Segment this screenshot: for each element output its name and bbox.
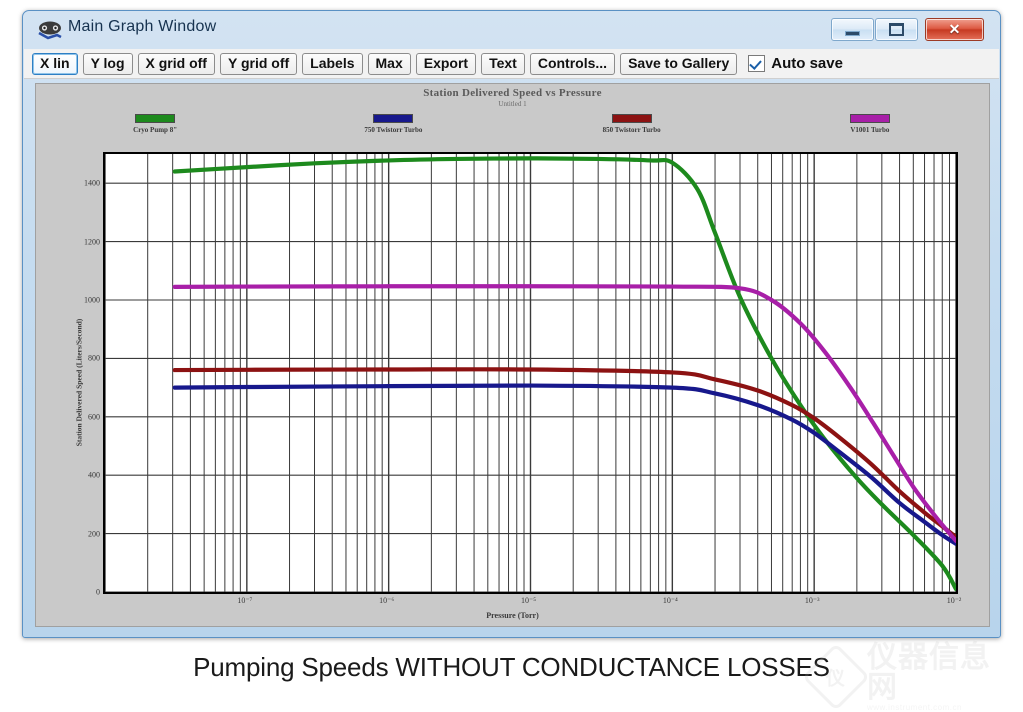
graph-window-icon [38,21,62,40]
watermark-url: www.instrument.com.cn [867,702,962,712]
autosave-checkbox-wrapper[interactable]: Auto save [748,55,843,72]
plot-area [103,152,958,594]
toolbar-button-text[interactable]: Text [481,52,525,75]
toolbar-button-x-lin[interactable]: X lin [32,52,78,75]
legend-item: 750 Twistorr Turbo [274,114,512,142]
x-tick-label: 10⁻⁶ [379,596,395,605]
y-tick-label: 800 [88,353,100,363]
minimize-icon [832,19,873,40]
y-tick-label: 200 [88,529,100,539]
legend-swatch [373,114,414,123]
chart-subtitle: Untitled 1 [498,100,527,108]
legend-item: V1001 Turbo [751,114,989,142]
x-tick-label: 10⁻³ [804,596,820,605]
maximize-icon [876,19,917,40]
watermark-cn: 仪器信息网 [867,640,991,704]
x-tick-label: 10⁻⁵ [520,596,537,605]
legend-item: 850 Twistorr Turbo [513,114,751,142]
toolbar-button-max[interactable]: Max [367,52,411,75]
legend-swatch [611,114,652,123]
minimize-button[interactable] [831,18,874,41]
x-tick-label: 10⁻⁴ [662,596,678,605]
watermark-text: 仪器信息网 www.instrument.com.cn [867,640,1017,712]
y-tick-label: 400 [88,470,100,480]
x-axis-title: Pressure (Torr) [486,611,539,620]
legend-label: V1001 Turbo [850,126,890,134]
y-axis-title: Station Delivered Speed (Liters/Second) [74,318,84,447]
toolbar-button-export[interactable]: Export [415,52,477,75]
main-graph-window: Main Graph Window ✕ X lin Y log X grid off… [22,10,1001,638]
plot-svg [105,154,956,592]
toolbar-button-x-grid-off[interactable]: X grid off [137,52,215,75]
window-title: Main Graph Window [68,18,217,35]
close-button[interactable]: ✕ [925,18,984,41]
watermark-badge-icon: 仪 [802,643,870,711]
y-tick-label: 1200 [84,237,100,247]
toolbar-button-save-to-gallery[interactable]: Save to Gallery [620,52,738,75]
graph-panel: Station Delivered Speed vs Pressure Unti… [35,83,990,627]
title-bar: Main Graph Window ✕ [23,11,1000,49]
toolbar-button-y-grid-off[interactable]: Y grid off [219,52,298,75]
toolbar-button-controls[interactable]: Controls... [529,52,616,75]
chart-legend: Cryo Pump 8" 750 Twistorr Turbo 850 Twisto… [36,114,989,142]
maximize-button[interactable] [875,18,918,41]
y-tick-label: 0 [96,587,100,597]
site-watermark: 仪 仪器信息网 www.instrument.com.cn [802,642,1017,712]
autosave-checkbox[interactable] [748,55,766,72]
y-tick-label: 1400 [84,178,100,188]
legend-swatch [849,114,890,123]
y-axis-tick-labels: Station Delivered Speed (Liters/Second) … [46,152,101,597]
y-tick-label: 600 [88,412,100,422]
close-icon: ✕ [948,21,961,37]
legend-swatch [135,114,176,123]
autosave-label: Auto save [771,55,843,72]
legend-label: Cryo Pump 8" [133,126,178,134]
x-tick-label: 10⁻⁷ [237,596,253,605]
x-tick-label: 10⁻² [946,596,962,605]
legend-item: Cryo Pump 8" [36,114,274,142]
x-axis-tick-labels: 10⁻⁷ 10⁻⁶ 10⁻⁵ 10⁻⁴ 10⁻³ 10⁻² [103,596,961,610]
toolbar-button-labels[interactable]: Labels [302,52,363,75]
legend-label: 750 Twistorr Turbo [364,126,423,134]
chart-title: Station Delivered Speed vs Pressure [423,87,602,99]
graph-toolbar: X lin Y log X grid off Y grid off Labels Max E… [24,49,999,79]
toolbar-button-y-log[interactable]: Y log [82,52,133,75]
y-tick-label: 1000 [84,295,100,305]
watermark-badge-glyph: 仪 [826,668,846,690]
legend-label: 850 Twistorr Turbo [602,126,661,134]
